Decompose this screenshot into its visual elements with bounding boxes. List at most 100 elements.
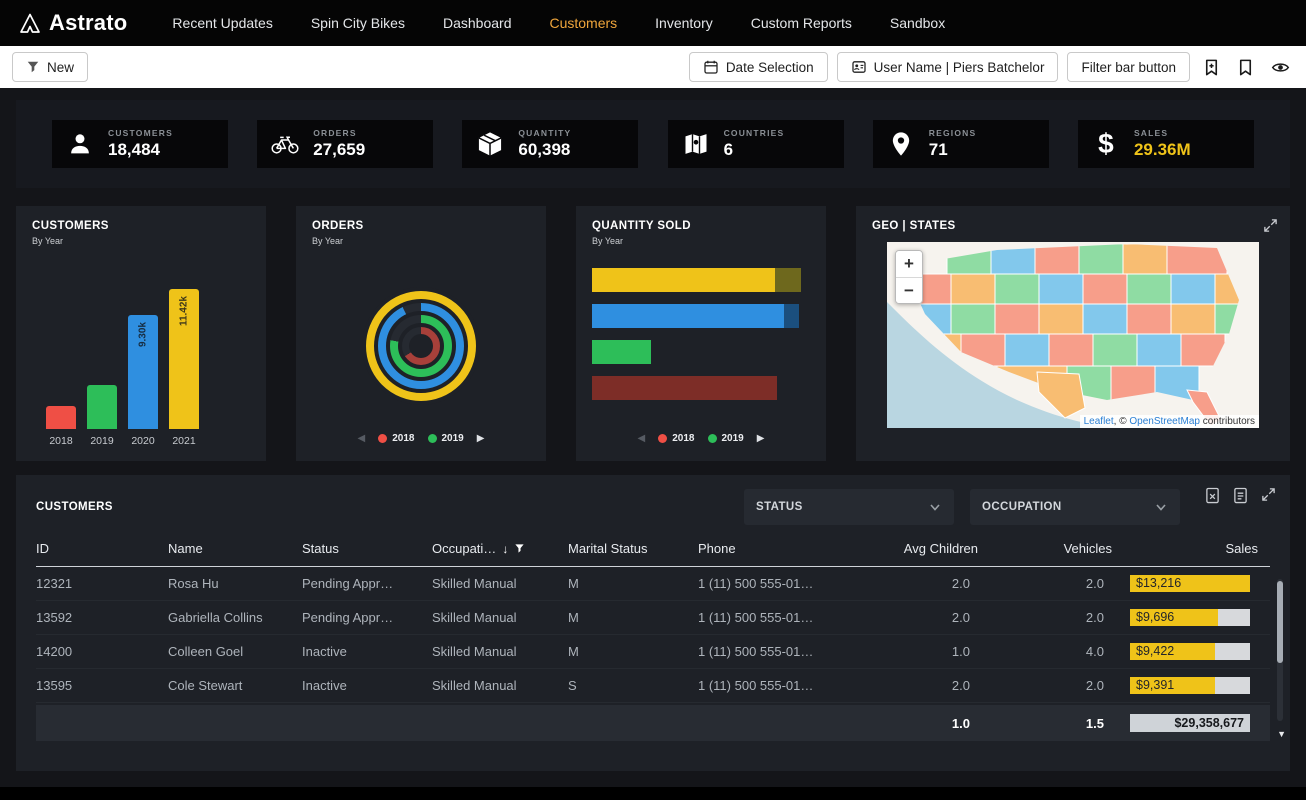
column-header-name[interactable]: Name [168, 541, 302, 556]
export-excel-button[interactable] [1203, 485, 1222, 506]
openstreetmap-link[interactable]: OpenStreetMap [1129, 416, 1200, 427]
table-cell: Inactive [302, 644, 432, 659]
nav-item-sandbox[interactable]: Sandbox [871, 0, 964, 46]
user-button-label: User Name | Piers Batchelor [874, 60, 1045, 75]
scroll-down-icon[interactable]: ▼ [1277, 729, 1286, 739]
legend-dot [658, 434, 667, 443]
table-cell: 1.0 [866, 644, 978, 659]
legend-dot [708, 434, 717, 443]
brand[interactable]: Astrato [18, 10, 127, 36]
hbar-2018[interactable] [592, 376, 810, 400]
prev-arrow-icon[interactable]: ◀ [358, 433, 366, 444]
nav-item-spin-city-bikes[interactable]: Spin City Bikes [292, 0, 424, 46]
hbar-segment [592, 268, 775, 292]
table-cell: 2.0 [866, 610, 978, 625]
legend-item-2018[interactable]: 2018 [658, 433, 694, 444]
user-button[interactable]: User Name | Piers Batchelor [837, 52, 1059, 82]
zoom-in-button[interactable]: + [896, 251, 922, 277]
column-header-sales[interactable]: Sales [1112, 541, 1258, 556]
leaflet-link[interactable]: Leaflet [1084, 416, 1114, 427]
table-scrollbar[interactable] [1277, 579, 1283, 721]
bar-2019[interactable] [87, 385, 117, 429]
filter-funnel-icon[interactable] [514, 543, 525, 554]
hbar-2019[interactable] [592, 340, 810, 364]
kpi-orders[interactable]: ORDERS 27,659 [257, 120, 433, 168]
kpi-value: 29.36M [1134, 140, 1191, 160]
occupation-dropdown[interactable]: OCCUPATION [970, 489, 1180, 525]
scrollbar-thumb[interactable] [1277, 581, 1283, 663]
zoom-out-button[interactable]: − [896, 277, 922, 303]
table-row[interactable]: 13595Cole StewartInactiveSkilled ManualS… [36, 669, 1270, 703]
bar-rect[interactable] [87, 385, 117, 429]
bookmark-add-button[interactable] [1199, 55, 1224, 80]
kpi-regions[interactable]: REGIONS 71 [873, 120, 1049, 168]
status-dropdown[interactable]: STATUS [744, 489, 954, 525]
expand-icon[interactable] [1261, 216, 1280, 238]
kpi-text: CUSTOMERS 18,484 [108, 128, 173, 160]
column-header-status[interactable]: Status [302, 541, 432, 556]
nav-item-custom-reports[interactable]: Custom Reports [732, 0, 871, 46]
charts-row: CUSTOMERS By Year 9.30k11.42k 2018201920… [16, 206, 1290, 461]
column-header-vehicles[interactable]: Vehicles [978, 541, 1112, 556]
bar-rect[interactable]: 9.30k [128, 315, 158, 429]
sales-bar: $9,696 [1130, 609, 1250, 626]
chart-subtitle: By Year [312, 236, 530, 246]
nav-item-dashboard[interactable]: Dashboard [424, 0, 531, 46]
sort-desc-icon[interactable]: ↓ [502, 542, 508, 556]
sales-cell: $9,696 [1112, 609, 1258, 626]
table-cell: Pending Appr… [302, 576, 432, 591]
customers-bar-xaxis: 2018201920202021 [32, 435, 250, 447]
bar-2020[interactable]: 9.30k [128, 315, 158, 429]
legend-item-2018[interactable]: 2018 [378, 433, 414, 444]
prev-arrow-icon[interactable]: ◀ [638, 433, 646, 444]
bar-2021[interactable]: 11.42k [169, 289, 199, 429]
column-header-occupation[interactable]: Occupati… ↓ [432, 541, 568, 556]
kpi-customers[interactable]: CUSTOMERS 18,484 [52, 120, 228, 168]
legend-item-2019[interactable]: 2019 [708, 433, 744, 444]
filter-bar-button[interactable]: Filter bar button [1067, 52, 1190, 82]
view-button[interactable] [1267, 55, 1294, 80]
table-row[interactable]: 14200Colleen GoelInactiveSkilled ManualM… [36, 635, 1270, 669]
nav-item-recent-updates[interactable]: Recent Updates [153, 0, 291, 46]
kpi-text: COUNTRIES 6 [724, 128, 785, 160]
legend-label: 2018 [672, 433, 694, 444]
table-action-icons [1203, 485, 1278, 506]
leaflet-map[interactable]: + − Leaflet, © OpenStreetMap contributor… [887, 242, 1259, 428]
date-selection-button[interactable]: Date Selection [689, 52, 828, 82]
table-row[interactable]: 12321Rosa HuPending Appr…Skilled ManualM… [36, 567, 1270, 601]
sales-cell: $9,422 [1112, 643, 1258, 660]
table-header: CUSTOMERS STATUS OCCUPATION [36, 489, 1270, 525]
export-document-button[interactable] [1231, 485, 1250, 506]
table-row[interactable]: 13592Gabriella CollinsPending Appr…Skill… [36, 601, 1270, 635]
next-arrow-icon[interactable]: ▶ [477, 433, 485, 444]
legend-item-2019[interactable]: 2019 [428, 433, 464, 444]
hbar-2020[interactable] [592, 304, 810, 328]
bar-rect[interactable]: 11.42k [169, 289, 199, 429]
column-header-marital-status[interactable]: Marital Status [568, 541, 698, 556]
x-axis-tick: 2021 [169, 435, 199, 447]
new-filter-button[interactable]: New [12, 52, 88, 82]
expand-icon[interactable] [1259, 485, 1278, 506]
sales-cell: $9,391 [1112, 677, 1258, 694]
nav-item-customers[interactable]: Customers [530, 0, 636, 46]
hbar-segment [592, 340, 651, 364]
column-header-id[interactable]: ID [36, 541, 168, 556]
kpi-countries[interactable]: COUNTRIES 6 [668, 120, 844, 168]
bar-2018[interactable] [46, 406, 76, 429]
bar-rect[interactable] [46, 406, 76, 429]
bookmark-button[interactable] [1233, 55, 1258, 80]
hbar-2021[interactable] [592, 268, 810, 292]
brand-name: Astrato [49, 10, 127, 36]
kpi-label: CUSTOMERS [108, 128, 173, 138]
column-header-phone[interactable]: Phone [698, 541, 866, 556]
next-arrow-icon[interactable]: ▶ [757, 433, 765, 444]
table-cell: 2.0 [866, 576, 978, 591]
kpi-value: 71 [929, 140, 977, 160]
table-cell: 1 (11) 500 555-01… [698, 644, 866, 659]
nav-item-inventory[interactable]: Inventory [636, 0, 732, 46]
totals-avg-children: 1.0 [866, 716, 978, 731]
kpi-sales[interactable]: $ SALES 29.36M [1078, 120, 1254, 168]
kpi-quantity[interactable]: QUANTITY 60,398 [462, 120, 638, 168]
column-header-avg-children[interactable]: Avg Children [866, 541, 978, 556]
radial-center [409, 334, 433, 358]
